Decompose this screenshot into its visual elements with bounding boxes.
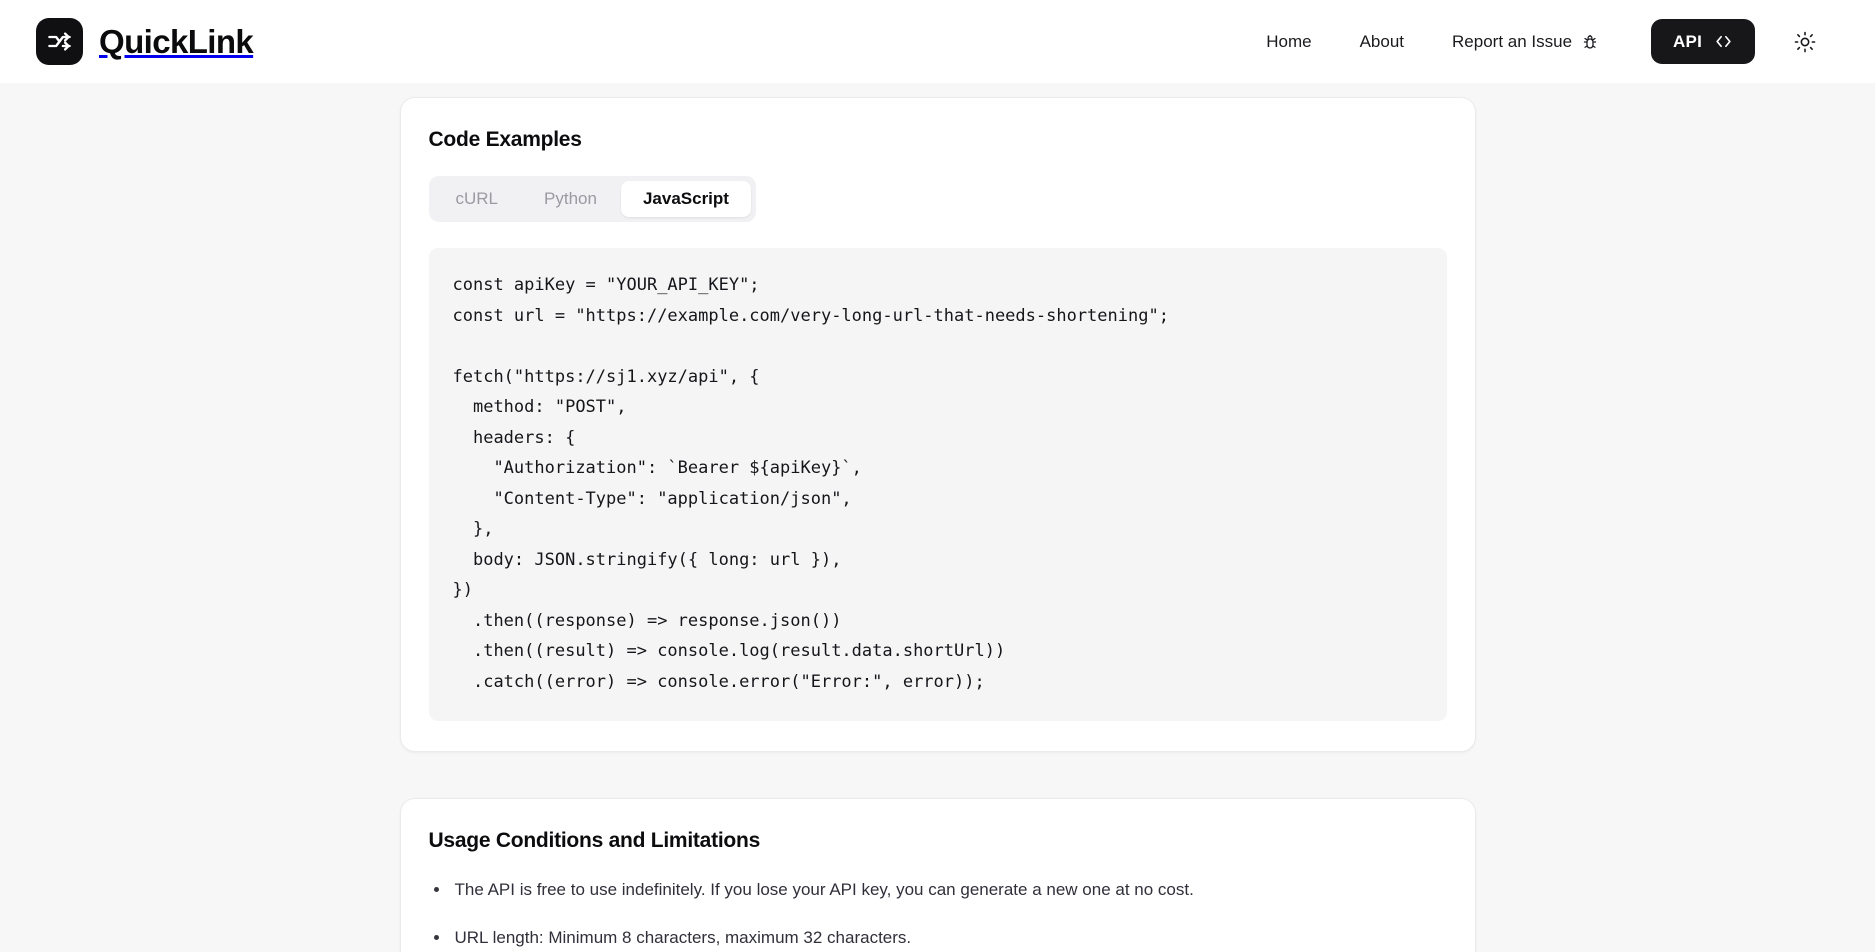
usage-conditions-title: Usage Conditions and Limitations bbox=[428, 829, 761, 852]
code-snippet-text: const apiKey = "YOUR_API_KEY"; const url… bbox=[452, 275, 1169, 692]
nav-link-home-label: Home bbox=[1266, 31, 1312, 51]
sun-icon bbox=[1794, 31, 1816, 53]
api-button-label: API bbox=[1673, 31, 1702, 51]
nav-link-report-an-issue[interactable]: Report an Issue bbox=[1428, 22, 1623, 62]
main-navigation: Home About Report an Issue API bbox=[1242, 19, 1825, 64]
code-examples-title: Code Examples bbox=[428, 128, 582, 151]
tab-javascript[interactable]: JavaScript bbox=[620, 181, 751, 217]
bug-icon bbox=[1581, 33, 1599, 51]
api-button[interactable]: API bbox=[1651, 19, 1755, 64]
nav-link-home[interactable]: Home bbox=[1242, 22, 1335, 62]
list-item: URL length: Minimum 8 characters, maximu… bbox=[429, 925, 1447, 951]
usage-conditions-card: Usage Conditions and Limitations The API… bbox=[399, 798, 1476, 952]
code-language-tabs: cURL Python JavaScript bbox=[428, 176, 756, 222]
page-body: Code Examples cURL Python JavaScript con… bbox=[0, 83, 1875, 952]
brand-logo[interactable]: QuickLink bbox=[36, 18, 254, 65]
content-container: Code Examples cURL Python JavaScript con… bbox=[399, 83, 1476, 952]
tab-curl[interactable]: cURL bbox=[434, 181, 521, 217]
nav-link-about-label: About bbox=[1359, 31, 1405, 51]
theme-toggle-button[interactable] bbox=[1785, 22, 1825, 62]
usage-conditions-list: The API is free to use indefinitely. If … bbox=[429, 877, 1447, 952]
link-shuffle-icon bbox=[36, 18, 83, 65]
code-snippet-block[interactable]: const apiKey = "YOUR_API_KEY"; const url… bbox=[428, 248, 1447, 721]
site-header: QuickLink Home About Report an Issue API bbox=[0, 0, 1875, 83]
code-brackets-icon bbox=[1714, 32, 1733, 51]
brand-name: QuickLink bbox=[99, 23, 254, 60]
code-examples-card: Code Examples cURL Python JavaScript con… bbox=[399, 97, 1476, 752]
tab-python[interactable]: Python bbox=[522, 181, 619, 217]
nav-link-report-an-issue-label: Report an Issue bbox=[1452, 31, 1573, 51]
nav-link-about[interactable]: About bbox=[1336, 22, 1428, 62]
list-item: The API is free to use indefinitely. If … bbox=[429, 877, 1447, 903]
